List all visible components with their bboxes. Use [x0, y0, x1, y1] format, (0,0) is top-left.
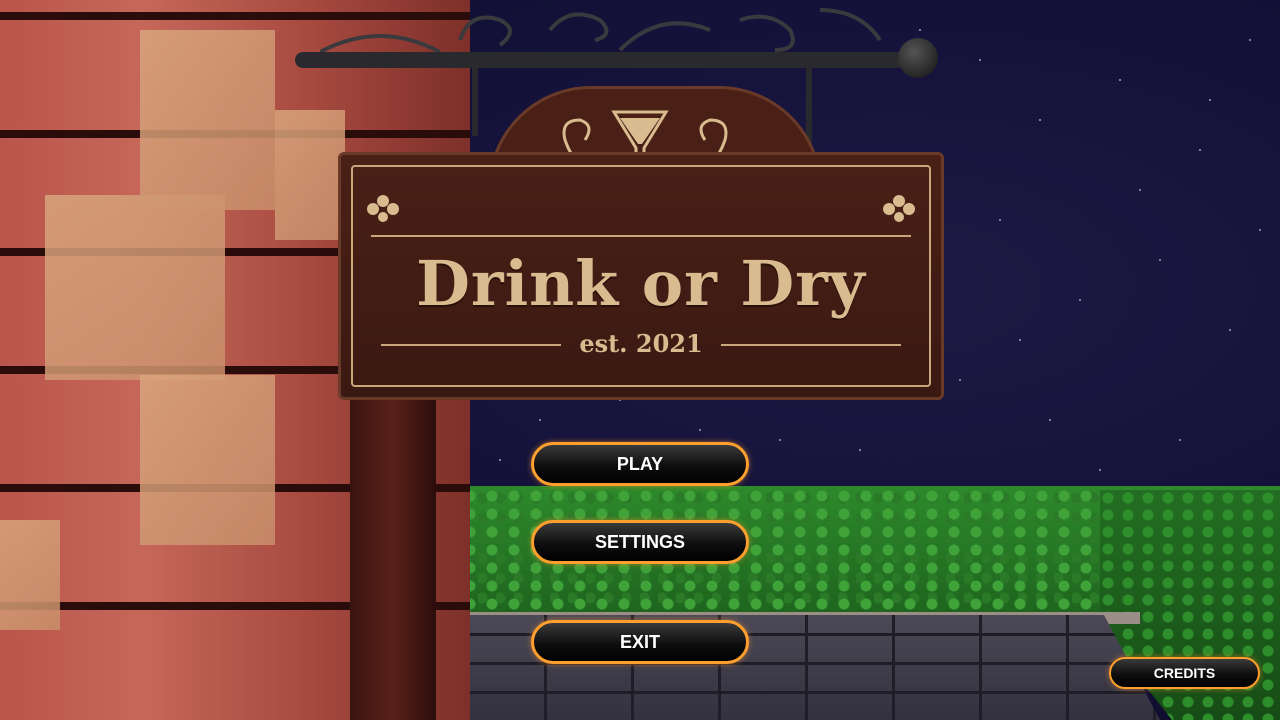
- bracket-knob: [898, 38, 938, 78]
- sign-bracket: [295, 52, 935, 68]
- flower-right-icon: [883, 195, 915, 222]
- ironwork-scroll: [320, 8, 882, 54]
- game-subtitle: est. 2021: [579, 329, 703, 358]
- credits-button[interactable]: CREDITS: [1109, 657, 1260, 689]
- sign-divider: [371, 235, 911, 237]
- flower-left-icon: [367, 195, 399, 222]
- sign-chain-left: [472, 66, 478, 136]
- play-button[interactable]: PLAY: [531, 442, 749, 486]
- exit-button[interactable]: EXIT: [531, 620, 749, 664]
- sign-post: [350, 380, 436, 720]
- game-title: Drink or Dry: [416, 247, 866, 320]
- settings-button[interactable]: SETTINGS: [531, 520, 749, 564]
- title-sign: Drink or Dry est. 2021: [338, 152, 944, 400]
- game-main-menu: Drink or Dry est. 2021 PLAY SETTINGS EXI…: [0, 0, 1280, 720]
